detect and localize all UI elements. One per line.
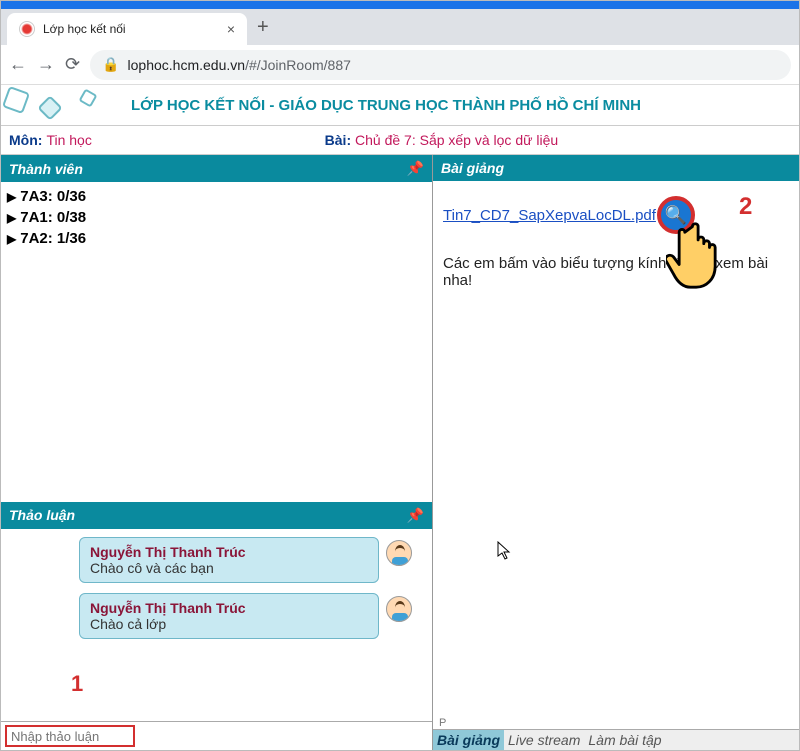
chat-message: Nguyễn Thị Thanh Trúc Chào cô và các bạn [79,537,379,583]
annotation-2: 2 [739,193,752,221]
members-header: Thành viên 📌 [1,155,432,182]
chat-input[interactable] [5,725,135,747]
hand-cursor-icon [666,219,734,291]
tab-livestream[interactable]: Live stream [504,730,584,750]
reload-button[interactable]: ⟳ [65,54,80,75]
lecture-instruction: Các em bấm vào biểu tượng kính lúp để xe… [443,255,789,289]
member-group-row[interactable]: ▶ 7A3: 0/36 [1,186,432,207]
site-header: LỚP HỌC KẾT NỐI - GIÁO DỤC TRUNG HỌC THÀ… [1,85,799,125]
site-title: LỚP HỌC KẾT NỐI - GIÁO DỤC TRUNG HỌC THÀ… [131,97,641,114]
subject-label: Môn: [9,132,42,148]
member-group-row[interactable]: ▶ 7A2: 1/36 [1,228,432,249]
lesson-value: Chủ đề 7: Sắp xếp và lọc dữ liệu [355,132,558,148]
pdf-link[interactable]: Tin7_CD7_SapXepvaLocDL.pdf [443,207,656,224]
avatar-icon [386,596,412,622]
path-indicator: P [433,717,799,729]
tab-title: Lớp học kết nối [43,22,219,36]
browser-tabbar: Lớp học kết nối × + [1,9,799,45]
mouse-cursor-icon [497,541,512,566]
member-label: 7A3: 0/36 [20,188,86,205]
new-tab-button[interactable]: + [257,16,269,39]
forward-button[interactable]: → [37,54,55,75]
close-icon[interactable]: × [227,21,235,37]
chat-author: Nguyễn Thị Thanh Trúc [90,600,368,616]
chat-message: Nguyễn Thị Thanh Trúc Chào cả lớp [79,593,379,639]
lecture-title: Bài giảng [441,160,504,176]
favicon-icon [19,21,35,37]
members-title: Thành viên [9,161,83,177]
caret-right-icon: ▶ [7,211,16,225]
tab-exercise[interactable]: Làm bài tập [584,730,665,750]
caret-right-icon: ▶ [7,190,16,204]
address-bar[interactable]: 🔒 lophoc.hcm.edu.vn/#/JoinRoom/887 [90,50,791,80]
chat-text: Chào cô và các bạn [90,560,368,576]
url-path: /#/JoinRoom/887 [245,57,351,73]
member-label: 7A1: 0/38 [20,209,86,226]
browser-toolbar: ← → ⟳ 🔒 lophoc.hcm.edu.vn/#/JoinRoom/887 [1,45,799,85]
url-host: lophoc.hcm.edu.vn [128,57,246,73]
chat-author: Nguyễn Thị Thanh Trúc [90,544,368,560]
lock-icon: 🔒 [102,56,119,73]
browser-tab[interactable]: Lớp học kết nối × [7,13,247,45]
subject-value: Tin học [46,132,91,148]
member-group-row[interactable]: ▶ 7A1: 0/38 [1,207,432,228]
discussion-header: Thảo luận 📌 [1,502,432,529]
member-label: 7A2: 1/36 [20,230,86,247]
lesson-label: Bài: [325,132,351,148]
caret-right-icon: ▶ [7,232,16,246]
chat-text: Chào cả lớp [90,616,368,632]
pin-icon[interactable]: 📌 [407,507,424,524]
bottom-tabs: Bài giảng Live stream Làm bài tập [433,729,799,750]
chat-list: Nguyễn Thị Thanh Trúc Chào cô và các bạn… [1,529,432,722]
lecture-header: Bài giảng [433,155,799,181]
window-topbar [1,1,799,9]
header-decoration [1,85,121,125]
tab-lecture[interactable]: Bài giảng [433,730,504,750]
pin-icon[interactable]: 📌 [407,160,424,177]
info-row: Môn: Tin học Bài: Chủ đề 7: Sắp xếp và l… [1,125,799,155]
back-button[interactable]: ← [9,54,27,75]
discussion-title: Thảo luận [9,507,75,523]
avatar-icon [386,540,412,566]
annotation-1: 1 [71,671,83,697]
